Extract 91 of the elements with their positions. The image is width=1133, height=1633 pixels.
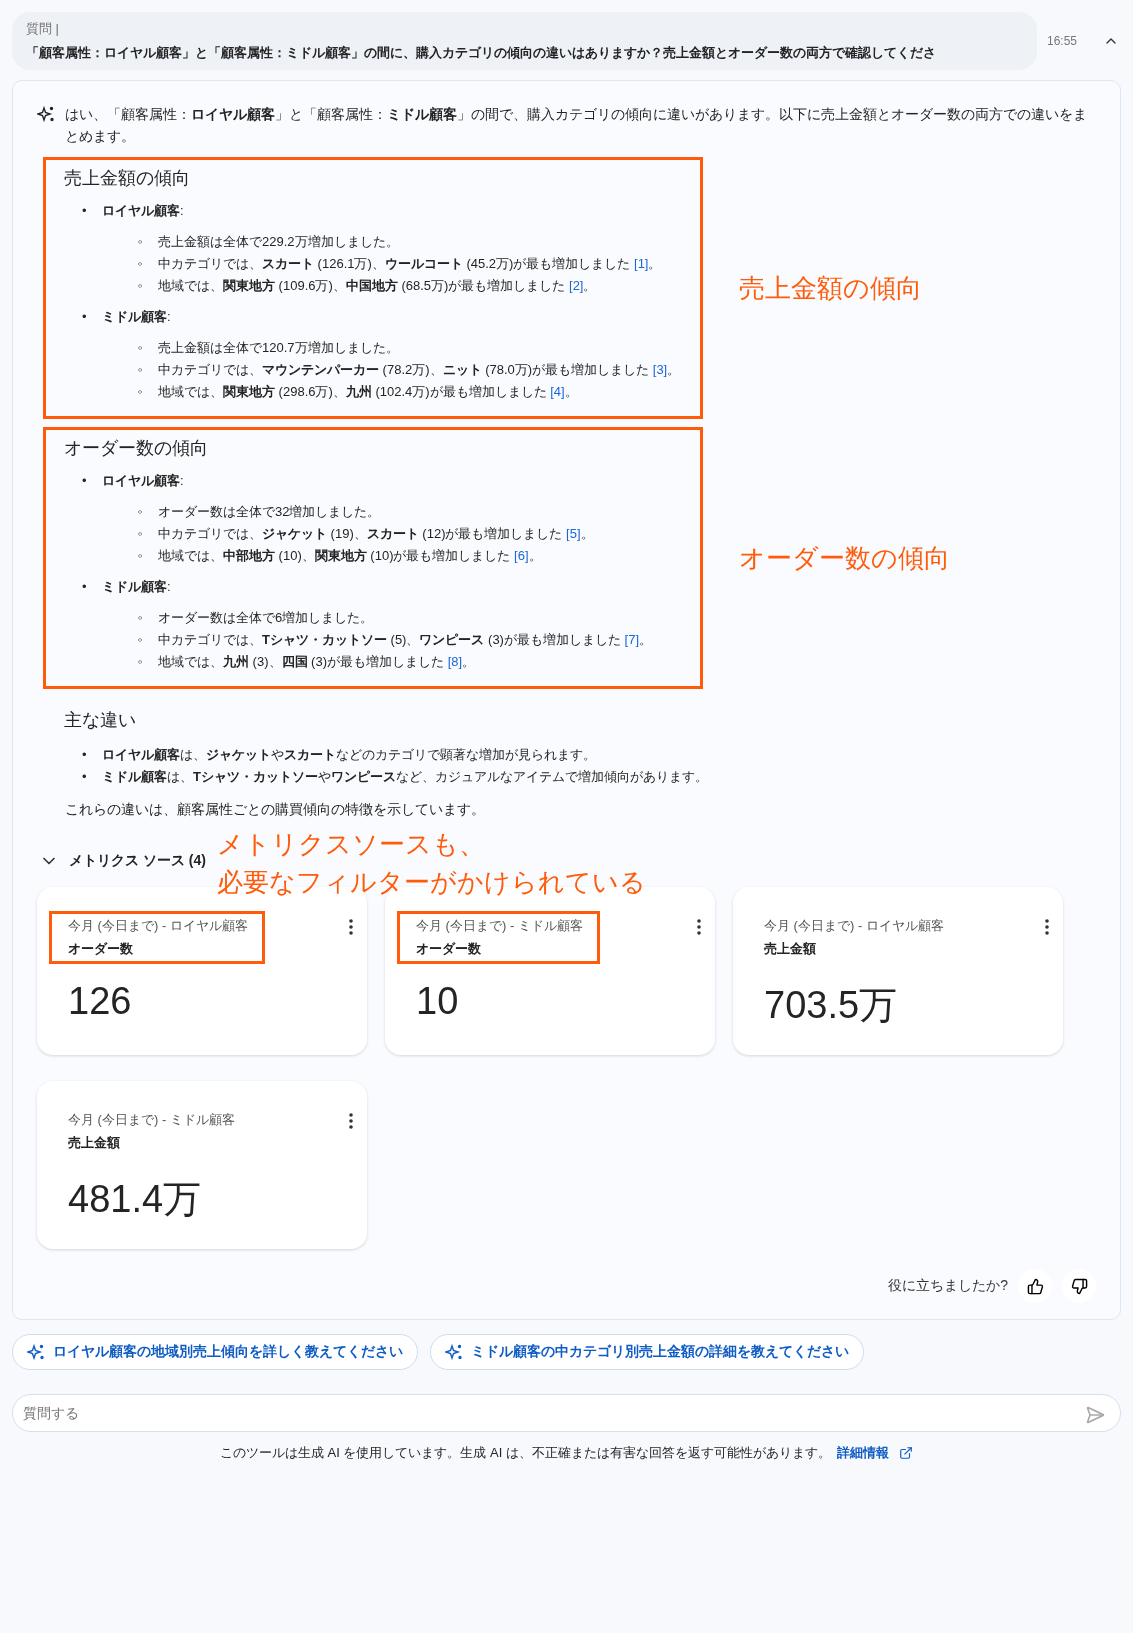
bullet-text: 中カテゴリでは、ジャケット (19)、スカート (12)が最も増加しました [5]。 [158,525,594,543]
answer-intro: はい、「顧客属性：ロイヤル顧客」と「顧客属性：ミドル顧客」の間で、購入カテゴリの傾向に違いがあります。以下に売上金額とオーダー数の両方での違いをまとめます。 [65,105,1088,146]
citation-link[interactable]: [1] [634,256,649,271]
thumbs-down-icon [1070,1277,1088,1295]
metric-period: 今月 (今日まで) - ミドル顧客 [68,1111,235,1129]
bullet-marker: ◦ [138,525,144,543]
question-text: 「顧客属性：ロイヤル顧客」と「顧客属性：ミドル顧客」の間に、購入カテゴリの傾向の違いはありますか？売上金額とオーダー数の両方で確認してくださ [26,44,936,62]
suggestion-chip[interactable]: ロイヤル顧客の地域別売上傾向を詳しく教えてください [12,1334,418,1370]
more-button[interactable] [695,917,703,937]
bullet-text: 売上金額は全体で120.7万増加しました。 [158,339,399,357]
bullet-marker: ◦ [138,503,144,521]
question-label: 質問 | [26,20,60,38]
citation-link[interactable]: [5] [566,526,581,541]
bullet-marker: ◦ [138,361,144,379]
thumbs-down-button[interactable] [1062,1269,1096,1303]
bullet-text: 中カテゴリでは、スカート (126.1万)、ウールコート (45.2万)が最も増加しました [1]。 [158,255,662,273]
send-icon [1085,1405,1105,1425]
metric-name: オーダー数 [68,940,134,958]
metric-period: 今月 (今日まで) - ミドル顧客 [416,917,583,935]
bullet-text: オーダー数は全体で6増加しました。 [158,609,374,627]
bullet-marker: • [82,746,88,764]
citation-link[interactable]: [3] [652,362,668,377]
metric-value: 126 [68,980,133,1023]
metric-name: オーダー数 [416,940,482,958]
section-heading: 売上金額の傾向 [64,167,191,190]
more-button[interactable] [347,917,355,937]
bullet-text: 地域では、関東地方 (298.6万)、九州 (102.4万)が最も増加しました [4]。 [158,383,578,401]
group-label: ミドル顧客: [102,308,172,326]
bullet-marker: • [82,578,88,596]
feedback-label: 役に立ちましたか? [888,1277,1008,1295]
metric-value: 10 [416,980,460,1023]
metric-name: 売上金額 [68,1134,121,1152]
more-icon [1045,919,1049,935]
citation-link[interactable]: [8] [447,654,463,669]
section-heading: オーダー数の傾向 [64,437,209,460]
more-icon [349,1113,353,1129]
bullet-marker: ◦ [138,547,144,565]
bullet-marker: • [82,472,88,490]
bullet-text: ロイヤル顧客は、ジャケットやスカートなどのカテゴリで顕著な増加が見られます。 [102,746,596,764]
bullet-marker: ◦ [138,653,144,671]
metric-name: 売上金額 [764,940,817,958]
bullet-text: 中カテゴリでは、Tシャツ・カットソー (5)、ワンピース (3)が最も増加しました [7]。 [158,631,653,649]
external-link-icon [899,1446,913,1460]
bullet-marker: ◦ [138,609,144,627]
sparkle-icon [37,105,55,123]
suggestion-chip[interactable]: ミドル顧客の中カテゴリ別売上金額の詳細を教えてください [430,1334,864,1370]
metric-value: 703.5万 [764,983,899,1028]
citation-link[interactable]: [7] [624,632,640,647]
bullet-marker: • [82,202,88,220]
group-label: ロイヤル顧客: [102,202,185,220]
more-button[interactable] [1043,917,1051,937]
sparkle-icon [445,1343,463,1361]
thumbs-up-icon [1026,1277,1044,1295]
annotation-text: オーダー数の傾向 [739,541,950,575]
question-input[interactable]: 質問する [12,1394,1121,1432]
details-link[interactable]: 詳細情報 [837,1444,913,1462]
bullet-marker: ◦ [138,631,144,649]
timestamp: 16:55 [1046,34,1077,48]
bullet-marker: ◦ [138,383,144,401]
bullet-text: 中カテゴリでは、マウンテンパーカー (78.2万)、ニット (78.0万)が最も増加しました [3]。 [158,361,681,379]
bullet-marker: ◦ [138,255,144,273]
more-button[interactable] [347,1111,355,1131]
metric-period: 今月 (今日まで) - ロイヤル顧客 [68,917,248,935]
bullet-marker: ◦ [138,277,144,295]
metric-value: 481.4万 [68,1177,203,1222]
bullet-marker: • [82,768,88,786]
section-heading: 主な違い [64,709,137,732]
more-icon [697,919,701,935]
conclusion-text: これらの違いは、顧客属性ごとの購買傾向の特徴を示しています。 [65,801,486,819]
annotation-text: 売上金額の傾向 [739,271,922,305]
annotation-text: メトリクスソースも、 必要なフィルターがかけられている [217,828,646,899]
more-icon [349,919,353,935]
citation-link[interactable]: [6] [514,548,529,563]
bullet-marker: ◦ [138,339,144,357]
group-label: ロイヤル顧客: [102,472,185,490]
bullet-marker: • [82,308,88,326]
bullet-text: 地域では、九州 (3)、四国 (3)が最も増加しました [8]。 [158,653,476,671]
sparkle-icon [27,1343,45,1361]
bullet-text: 地域では、関東地方 (109.6万)、中国地方 (68.5万)が最も増加しました [2]。 [158,277,597,295]
bullet-text: 売上金額は全体で229.2万増加しました。 [158,233,399,251]
bullet-text: ミドル顧客は、Tシャツ・カットソーやワンピースなど、カジュアルなアイテムで増加傾向があります。 [102,768,708,786]
citation-link[interactable]: [2] [569,278,584,293]
bullet-text: オーダー数は全体で32増加しました。 [158,503,381,521]
bullet-marker: ◦ [138,233,144,251]
metrics-heading: メトリクス ソース (4) [69,852,206,870]
metric-period: 今月 (今日まで) - ロイヤル顧客 [764,917,944,935]
group-label: ミドル顧客: [102,578,172,596]
citation-link[interactable]: [4] [550,384,565,399]
thumbs-up-button[interactable] [1018,1269,1052,1303]
disclaimer-text: このツールは生成 AI を使用しています。生成 AI は、不正確または有害な回答を返す可能性があります。 [220,1444,831,1462]
bullet-text: 地域では、中部地方 (10)、関東地方 (10)が最も増加しました [6]。 [158,547,542,565]
